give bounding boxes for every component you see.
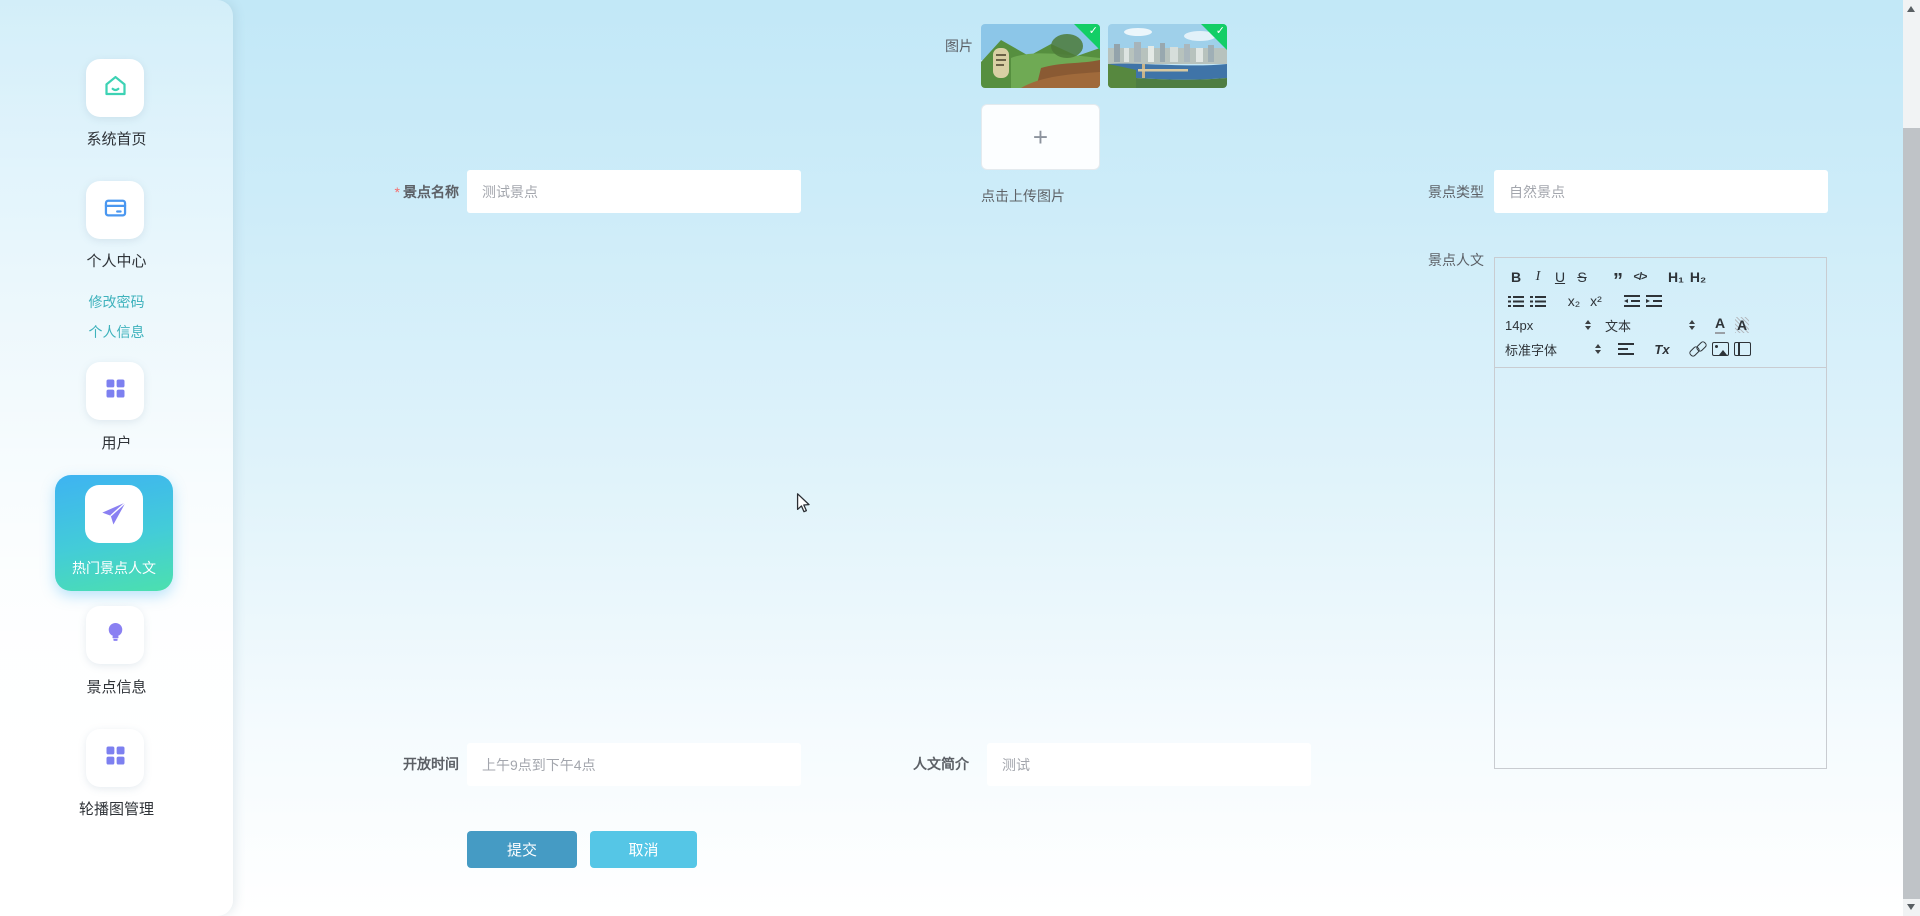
editor-toolbar: B I U S ” </> H₁ H₂ x₂ x² 14px 文本 A A 标准… bbox=[1495, 258, 1826, 368]
insert-link-button[interactable] bbox=[1687, 338, 1709, 360]
ordered-list-icon bbox=[1508, 295, 1524, 307]
video-icon bbox=[1733, 342, 1751, 356]
sidebar-item-home[interactable] bbox=[86, 59, 144, 117]
sidebar-item-hot-scenic-culture[interactable]: 热门景点人文 bbox=[55, 475, 173, 591]
insert-image-button[interactable] bbox=[1709, 338, 1731, 360]
lightbulb-icon bbox=[102, 619, 129, 651]
sidebar-link-change-password[interactable]: 修改密码 bbox=[0, 292, 233, 312]
scenic-type-input[interactable] bbox=[1494, 170, 1828, 213]
home-icon bbox=[102, 72, 129, 104]
sidebar-item-home-label[interactable]: 系统首页 bbox=[0, 130, 233, 150]
open-time-input[interactable] bbox=[467, 743, 801, 786]
scenic-name-label-text: 景点名称 bbox=[403, 184, 459, 200]
header-1-button[interactable]: H₁ bbox=[1665, 266, 1687, 288]
sidebar-link-personal-info[interactable]: 个人信息 bbox=[0, 322, 233, 342]
align-icon bbox=[1618, 343, 1634, 355]
italic-button[interactable]: I bbox=[1527, 266, 1549, 288]
sidebar-item-scenic-info-label[interactable]: 景点信息 bbox=[0, 678, 233, 698]
rich-text-editor: B I U S ” </> H₁ H₂ x₂ x² 14px 文本 A A 标准… bbox=[1494, 257, 1827, 769]
paper-plane-icon bbox=[85, 485, 143, 543]
toolbar-row-1: B I U S ” </> H₁ H₂ bbox=[1505, 262, 1820, 292]
updown-arrows-icon bbox=[1595, 344, 1601, 354]
bullet-list-button[interactable] bbox=[1527, 290, 1549, 312]
sidebar-item-profile[interactable] bbox=[86, 181, 144, 239]
sidebar-item-hot-scenic-culture-label: 热门景点人文 bbox=[72, 560, 156, 576]
sidebar-item-carousel-label[interactable]: 轮播图管理 bbox=[0, 800, 233, 820]
background-color-button[interactable]: A bbox=[1731, 314, 1753, 336]
cancel-button[interactable]: 取消 bbox=[590, 831, 697, 868]
sidebar-item-profile-label[interactable]: 个人中心 bbox=[0, 252, 233, 272]
intro-label: 人文简介 bbox=[913, 756, 969, 772]
intro-input[interactable] bbox=[987, 743, 1311, 786]
outdent-icon bbox=[1624, 295, 1640, 307]
scroll-up-arrow-icon[interactable] bbox=[1907, 6, 1915, 12]
uploaded-image-mountain[interactable]: ✓ bbox=[981, 24, 1100, 88]
open-time-label: 开放时间 bbox=[403, 756, 459, 772]
mouse-cursor bbox=[793, 492, 815, 519]
updown-arrows-icon bbox=[1585, 320, 1591, 330]
font-family-value: 标准字体 bbox=[1505, 342, 1558, 358]
outdent-button[interactable] bbox=[1621, 290, 1643, 312]
insert-video-button[interactable] bbox=[1731, 338, 1753, 360]
grid-icon bbox=[102, 742, 129, 774]
toolbar-row-4: 标准字体 Tx bbox=[1505, 337, 1820, 361]
submit-button[interactable]: 提交 bbox=[467, 831, 577, 868]
bold-button[interactable]: B bbox=[1505, 266, 1527, 288]
scroll-down-arrow-icon[interactable] bbox=[1907, 904, 1915, 910]
text-color-button[interactable]: A bbox=[1709, 314, 1731, 336]
toolbar-row-3: 14px 文本 A A bbox=[1505, 313, 1820, 337]
upload-hint: 点击上传图片 bbox=[981, 188, 1065, 204]
blockquote-button[interactable]: ” bbox=[1607, 262, 1629, 292]
ordered-list-button[interactable] bbox=[1505, 290, 1527, 312]
check-icon: ✓ bbox=[1088, 25, 1098, 37]
text-color-icon: A bbox=[1714, 316, 1726, 334]
strikethrough-button[interactable]: S bbox=[1571, 266, 1593, 288]
image-label: 图片 bbox=[945, 38, 973, 54]
image-icon bbox=[1711, 342, 1729, 356]
subscript-button[interactable]: x₂ bbox=[1563, 290, 1585, 312]
bank-card-icon bbox=[102, 194, 129, 226]
header-value: 文本 bbox=[1605, 318, 1632, 334]
header-select[interactable]: 文本 bbox=[1605, 314, 1695, 336]
indent-icon bbox=[1646, 295, 1662, 307]
background-color-icon: A bbox=[1734, 317, 1750, 333]
scenic-name-input[interactable] bbox=[467, 170, 801, 213]
font-size-select[interactable]: 14px bbox=[1505, 314, 1591, 336]
scenic-name-label: * 景点名称 bbox=[359, 182, 459, 202]
font-family-select[interactable]: 标准字体 bbox=[1505, 338, 1601, 360]
updown-arrows-icon bbox=[1689, 320, 1695, 330]
uploaded-image-city[interactable]: ✓ bbox=[1108, 24, 1227, 88]
sidebar-item-carousel[interactable] bbox=[86, 729, 144, 787]
grid-icon bbox=[102, 375, 129, 407]
toolbar-row-2: x₂ x² bbox=[1505, 289, 1820, 313]
align-button[interactable] bbox=[1615, 338, 1637, 360]
sidebar-item-users[interactable] bbox=[86, 362, 144, 420]
page: 系统首页 个人中心 修改密码 个人信息 用户 热门景点人文 景点信息 轮播图管理… bbox=[0, 0, 1920, 916]
scenic-type-label: 景点类型 bbox=[1428, 184, 1484, 200]
code-block-button[interactable]: </> bbox=[1629, 266, 1651, 288]
header-2-button[interactable]: H₂ bbox=[1687, 266, 1709, 288]
indent-button[interactable] bbox=[1643, 290, 1665, 312]
link-icon bbox=[1689, 341, 1707, 357]
sidebar: 系统首页 个人中心 修改密码 个人信息 用户 热门景点人文 景点信息 轮播图管理 bbox=[0, 0, 233, 916]
plus-icon: + bbox=[1032, 121, 1049, 152]
superscript-button[interactable]: x² bbox=[1585, 290, 1607, 312]
scrollbar[interactable] bbox=[1903, 0, 1920, 916]
upload-image-button[interactable]: + bbox=[981, 104, 1100, 170]
scenic-culture-label: 景点人文 bbox=[1428, 252, 1484, 268]
sidebar-item-users-label[interactable]: 用户 bbox=[0, 434, 233, 454]
underline-button[interactable]: U bbox=[1549, 266, 1571, 288]
scrollbar-thumb[interactable] bbox=[1903, 128, 1920, 899]
sidebar-item-scenic-info[interactable] bbox=[86, 606, 144, 664]
clear-format-button[interactable]: Tx bbox=[1651, 338, 1673, 360]
required-asterisk: * bbox=[394, 184, 400, 200]
editor-content-area[interactable] bbox=[1495, 368, 1826, 758]
font-size-value: 14px bbox=[1505, 317, 1534, 333]
check-icon: ✓ bbox=[1215, 25, 1225, 37]
bullet-list-icon bbox=[1530, 295, 1546, 307]
